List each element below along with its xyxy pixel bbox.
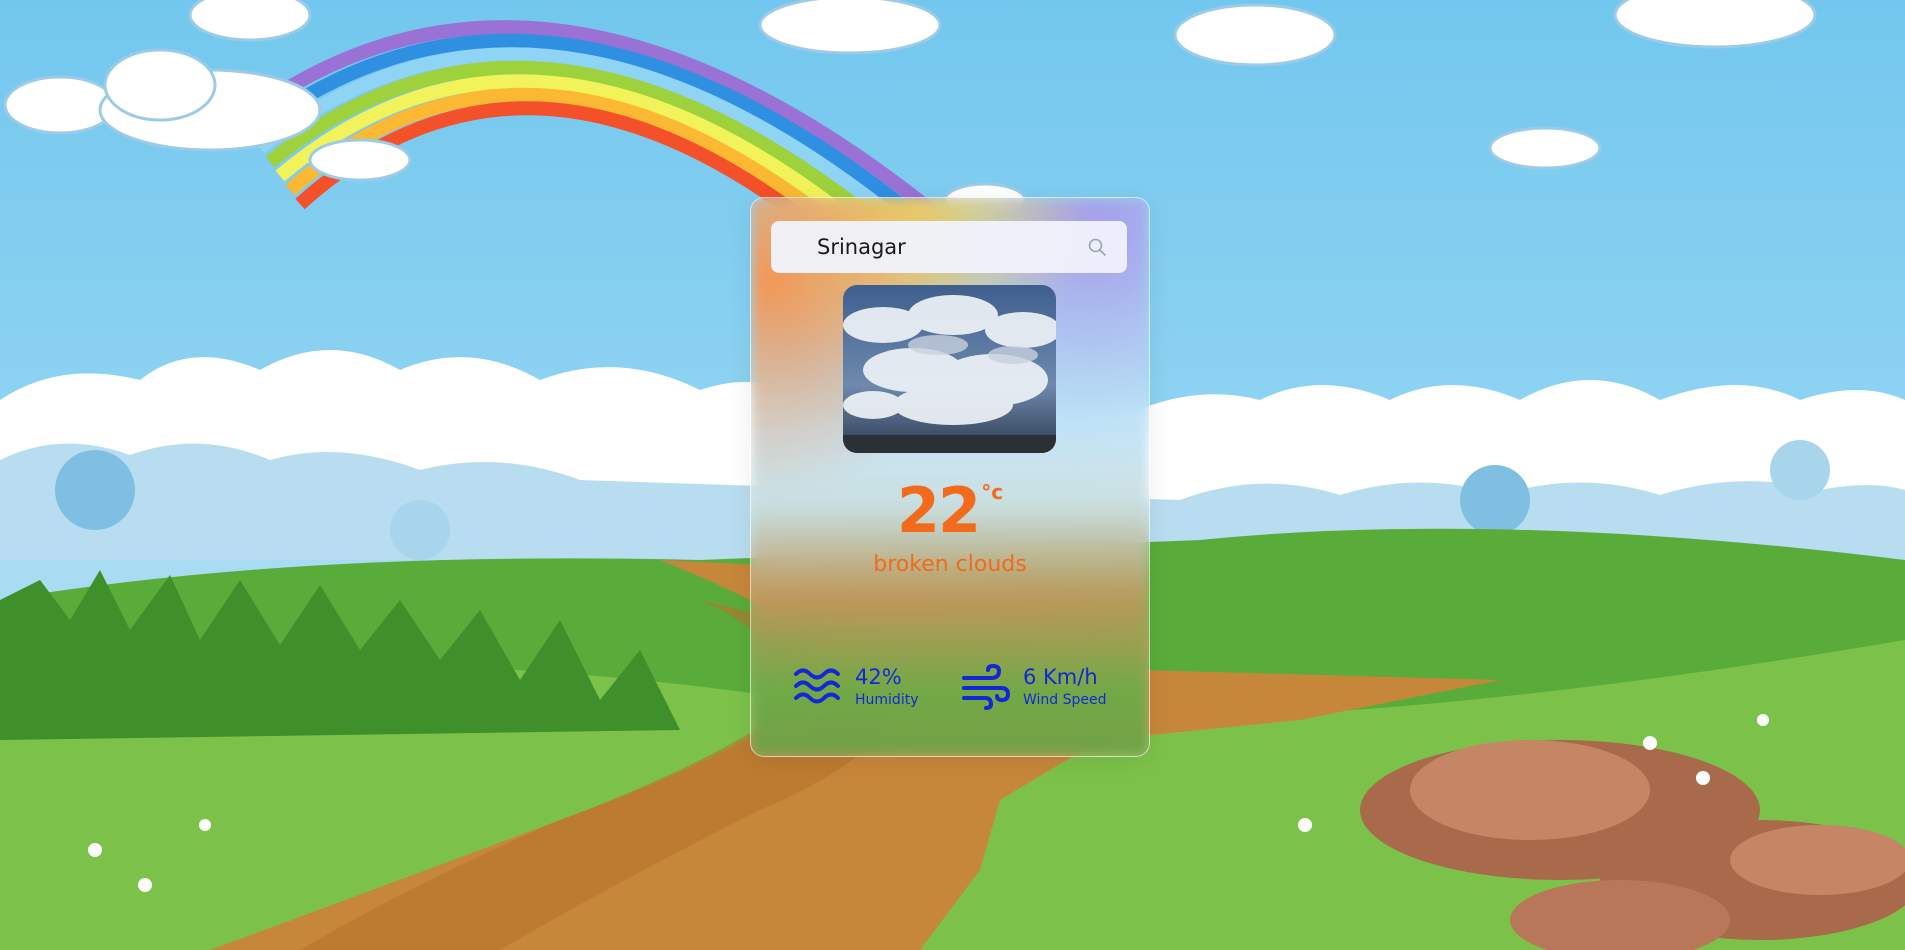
humidity-label: Humidity xyxy=(855,692,919,708)
temperature-display: 22 °c xyxy=(751,474,1149,547)
search-input[interactable] xyxy=(815,234,1079,260)
wind-stat: 6 Km/h Wind Speed xyxy=(961,664,1107,710)
humidity-stat: 42% Humidity xyxy=(793,664,918,710)
humidity-value: 42% xyxy=(855,665,902,689)
weather-description: broken clouds xyxy=(873,552,1027,577)
search-box[interactable] xyxy=(771,221,1127,273)
wind-speed-label: Wind Speed xyxy=(1023,692,1107,708)
search-icon[interactable] xyxy=(1087,237,1107,257)
broken-clouds-photo xyxy=(843,285,1056,453)
weather-card: 22°c broken clouds 42% Humidity xyxy=(750,197,1150,757)
temperature-unit: °c xyxy=(981,480,1004,504)
background-scene: 22°c broken clouds 42% Humidity xyxy=(0,0,1905,950)
wind-icon xyxy=(961,664,1011,710)
temperature-value: 22 xyxy=(896,474,981,547)
top-clouds-illustration xyxy=(3,0,1817,218)
wind-speed-value: 6 Km/h xyxy=(1023,665,1098,689)
waves-icon xyxy=(793,664,843,710)
